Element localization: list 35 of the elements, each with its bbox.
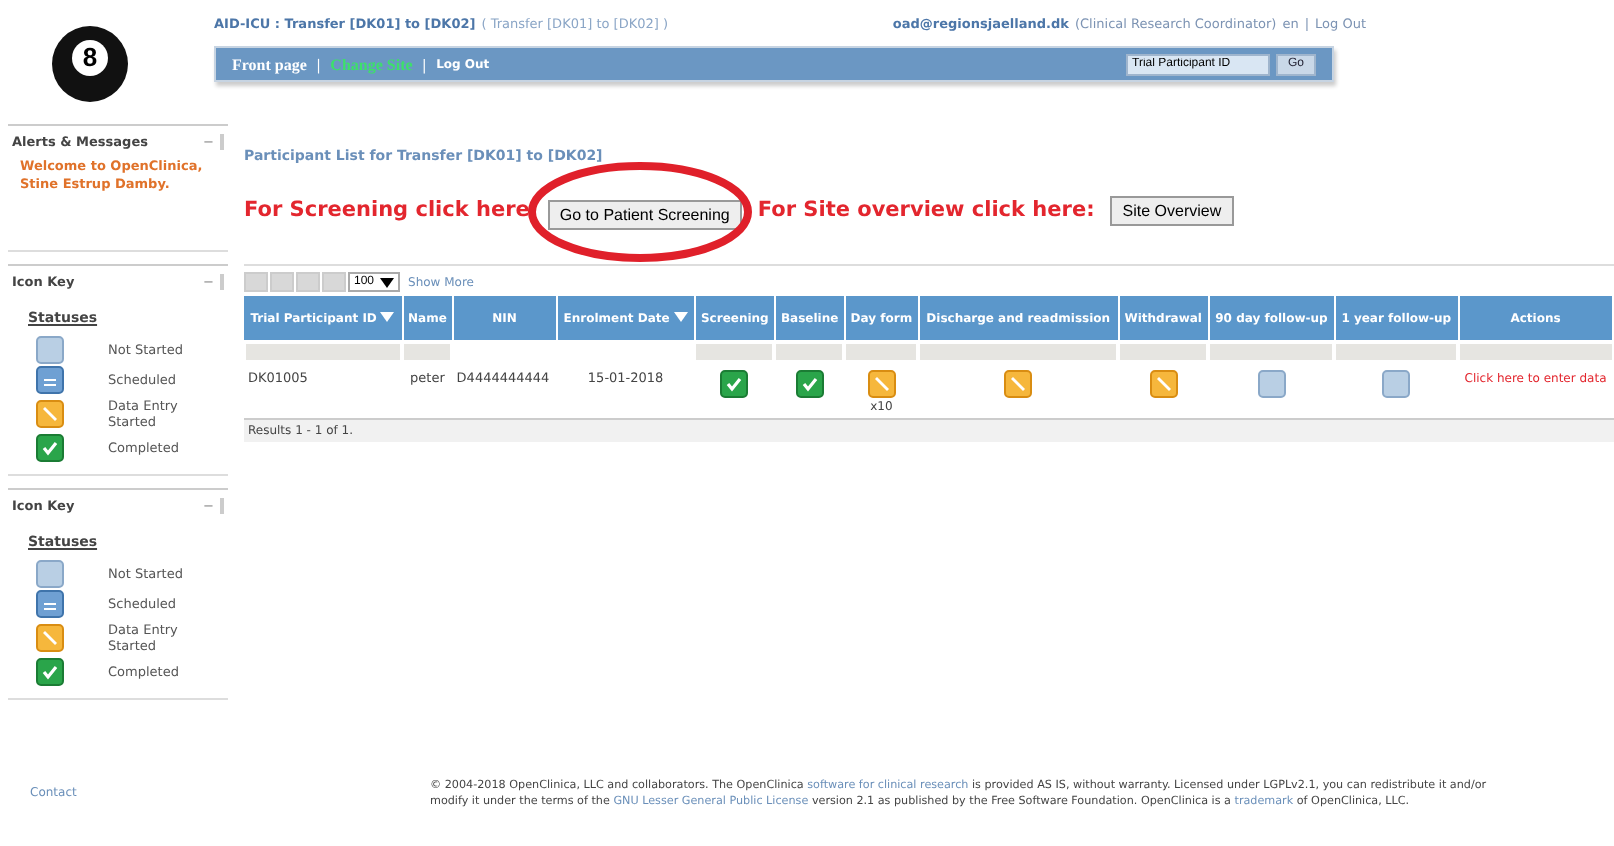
pager-button[interactable] [296,272,320,292]
pencil-status-icon [1149,370,1178,398]
eight-ball-logo [50,24,130,104]
sort-arrow-icon [673,311,688,321]
filter-cell[interactable] [920,343,1117,359]
front-page-link[interactable]: Front page [232,55,307,73]
patient-screening-button[interactable]: Go to Patient Screening [547,200,742,230]
pencil-status-icon [36,399,64,427]
filter-cell[interactable] [404,343,451,359]
nav-separator: | [422,55,427,73]
check-status-icon [36,657,64,685]
pencil-status-icon [1004,370,1033,398]
check-status-icon [720,370,749,398]
check-status-icon [795,370,824,398]
nav-separator: | [316,55,321,73]
pager-button[interactable] [244,272,268,292]
pager-button[interactable] [270,272,294,292]
filter-cell[interactable] [246,343,401,359]
filter-cell[interactable] [1336,343,1457,359]
check-status-icon [36,433,64,461]
filter-cell[interactable] [1460,343,1611,359]
site-overview-button[interactable]: Site Overview [1110,195,1234,225]
filter-cell[interactable] [846,343,917,359]
filter-cell[interactable] [696,343,773,359]
pager-button[interactable] [322,272,346,292]
dropdown-arrow-icon [380,277,395,287]
pencil-status-icon [867,370,896,398]
pencil-status-icon [36,623,64,651]
site-overview-prompt: For Site overview click here: [757,198,1095,222]
filter-cell[interactable] [776,343,843,359]
filter-cell[interactable] [1120,343,1207,359]
filter-cell[interactable] [1210,343,1333,359]
eight-ball-label: 8 [80,40,100,76]
screening-prompt: For Screening click here [244,198,530,222]
sort-arrow-icon [380,311,395,321]
